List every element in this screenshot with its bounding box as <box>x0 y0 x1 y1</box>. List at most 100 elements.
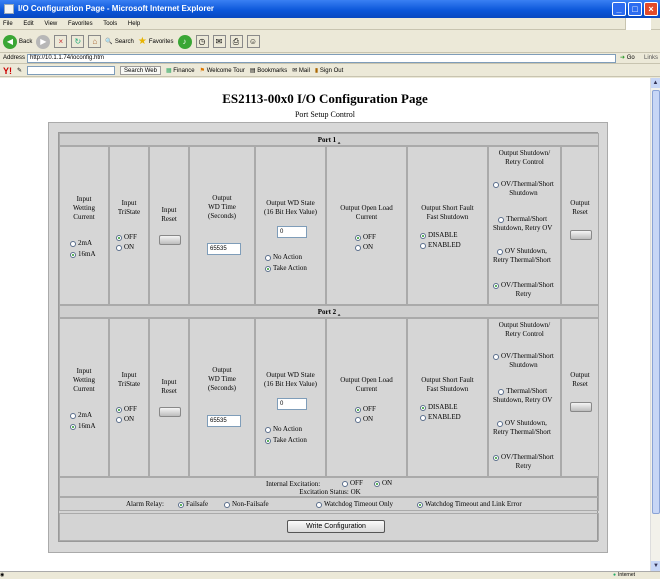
radio-button[interactable] <box>355 244 361 251</box>
shutdown-option-2-radio[interactable]: Thermal/Short Shutdown, Retry OV <box>493 387 552 405</box>
yahoo-logo[interactable]: Y! <box>3 65 12 77</box>
radio-button[interactable] <box>493 282 499 289</box>
favorites-button[interactable]: ★ Favorites <box>138 36 174 47</box>
excitation-off-radio[interactable]: OFF <box>342 479 363 488</box>
wd-time-input[interactable]: 65535 <box>207 415 241 427</box>
forward-button[interactable]: ▶ <box>36 34 51 49</box>
radio-button[interactable] <box>265 426 271 433</box>
open-load-off-radio[interactable]: OFF <box>355 405 376 414</box>
vertical-scrollbar[interactable]: ▲ ▼ <box>650 78 660 571</box>
wetting-16ma-radio[interactable]: 16mA <box>70 250 96 259</box>
radio-button[interactable] <box>497 420 504 427</box>
wetting-2ma-radio[interactable]: 2mA <box>70 239 92 248</box>
open-load-on-radio[interactable]: ON <box>355 415 373 424</box>
menu-file[interactable]: File <box>3 21 13 27</box>
finance-link[interactable]: ▦ Finance <box>166 65 195 77</box>
minimize-button[interactable]: _ <box>612 2 626 16</box>
scroll-thumb[interactable] <box>652 90 660 514</box>
short-fault-disable-radio[interactable]: DISABLE <box>420 231 458 240</box>
menu-help[interactable]: Help <box>128 21 140 27</box>
scroll-down-icon[interactable]: ▼ <box>651 561 660 571</box>
radio-button[interactable] <box>493 181 499 188</box>
radio-button[interactable] <box>420 404 426 411</box>
search-button[interactable]: 🔍 Search <box>105 38 134 46</box>
scroll-up-icon[interactable]: ▲ <box>651 78 660 88</box>
radio-button[interactable] <box>70 240 76 247</box>
open-load-on-radio[interactable]: ON <box>355 243 373 252</box>
radio-button[interactable] <box>70 412 76 419</box>
alarm-failsafe-radio[interactable]: Failsafe <box>178 500 208 509</box>
alarm-non-failsafe-radio[interactable]: Non-Failsafe <box>224 500 269 509</box>
write-configuration-button[interactable]: Write Configuration <box>287 520 385 533</box>
open-load-off-radio[interactable]: OFF <box>355 233 376 242</box>
refresh-icon[interactable]: ↻ <box>71 35 85 48</box>
back-button[interactable]: ◀ Back <box>3 34 32 49</box>
alarm-wd-link-radio[interactable]: Watchdog Timeout and Link Error <box>417 500 522 509</box>
radio-button[interactable] <box>70 251 76 258</box>
radio-button[interactable] <box>355 234 361 241</box>
radio-button[interactable] <box>493 454 499 461</box>
radio-button[interactable] <box>224 501 230 508</box>
radio-button[interactable] <box>116 234 122 241</box>
shutdown-option-3-radio[interactable]: OV Shutdown, Retry Thermal/Short <box>493 247 551 265</box>
radio-button[interactable] <box>374 480 380 487</box>
shutdown-option-1-radio[interactable]: OV/Thermal/Short Shutdown <box>493 352 554 370</box>
wd-no-action-radio[interactable]: No Action <box>265 253 302 262</box>
short-fault-enabled-radio[interactable]: ENABLED <box>420 413 461 422</box>
radio-button[interactable] <box>116 416 122 423</box>
short-fault-enabled-radio[interactable]: ENABLED <box>420 241 461 250</box>
sign-out-link[interactable]: ▮ Sign Out <box>315 65 343 77</box>
history-icon[interactable]: ◷ <box>195 35 209 48</box>
radio-button[interactable] <box>420 232 426 239</box>
shutdown-option-1-radio[interactable]: OV/Thermal/Short Shutdown <box>493 180 554 198</box>
shutdown-option-3-radio[interactable]: OV Shutdown, Retry Thermal/Short <box>493 419 551 437</box>
radio-button[interactable] <box>498 216 505 223</box>
input-reset-button[interactable] <box>159 235 181 245</box>
radio-button[interactable] <box>178 501 184 508</box>
tristate-off-radio[interactable]: OFF <box>116 233 137 242</box>
radio-button[interactable] <box>493 353 499 360</box>
wd-time-input[interactable]: 65535 <box>207 243 241 255</box>
wd-state-input[interactable]: 0 <box>277 398 307 410</box>
go-button[interactable]: ➜ Go <box>620 54 635 63</box>
wetting-2ma-radio[interactable]: 2mA <box>70 411 92 420</box>
menu-favorites[interactable]: Favorites <box>68 21 93 27</box>
radio-button[interactable] <box>70 423 76 430</box>
radio-button[interactable] <box>316 501 322 508</box>
menu-edit[interactable]: Edit <box>23 21 33 27</box>
radio-button[interactable] <box>116 244 122 251</box>
stop-icon[interactable]: × <box>54 35 68 48</box>
radio-button[interactable] <box>265 265 271 272</box>
close-button[interactable]: × <box>644 2 658 16</box>
radio-button[interactable] <box>355 416 361 423</box>
radio-button[interactable] <box>342 480 348 487</box>
media-icon[interactable]: ♪ <box>177 34 192 49</box>
wd-state-input[interactable]: 0 <box>277 226 307 238</box>
excitation-on-radio[interactable]: ON <box>374 479 392 488</box>
radio-button[interactable] <box>420 242 426 249</box>
maximize-button[interactable]: □ <box>628 2 642 16</box>
mail-link[interactable]: ✉ Mail <box>292 65 310 77</box>
tristate-on-radio[interactable]: ON <box>116 415 134 424</box>
shutdown-option-4-radio[interactable]: OV/Thermal/Short Retry <box>493 453 554 471</box>
short-fault-disable-radio[interactable]: DISABLE <box>420 403 458 412</box>
radio-button[interactable] <box>498 388 505 395</box>
shutdown-option-4-radio[interactable]: OV/Thermal/Short Retry <box>493 281 554 299</box>
home-icon[interactable]: ⌂ <box>88 35 102 48</box>
radio-button[interactable] <box>417 501 423 508</box>
shutdown-option-2-radio[interactable]: Thermal/Short Shutdown, Retry OV <box>493 215 552 233</box>
messenger-icon[interactable]: ☺ <box>246 35 260 48</box>
output-reset-button[interactable] <box>570 230 592 240</box>
welcome-tour-link[interactable]: ⚑ Welcome Tour <box>200 65 245 77</box>
search-web-button[interactable]: Search Web <box>120 66 161 75</box>
wd-take-action-radio[interactable]: Take Action <box>265 264 307 273</box>
wetting-16ma-radio[interactable]: 16mA <box>70 422 96 431</box>
wd-take-action-radio[interactable]: Take Action <box>265 436 307 445</box>
menu-tools[interactable]: Tools <box>103 21 117 27</box>
yahoo-search-input[interactable] <box>27 66 116 75</box>
radio-button[interactable] <box>420 414 426 421</box>
tristate-on-radio[interactable]: ON <box>116 243 134 252</box>
radio-button[interactable] <box>116 406 122 413</box>
radio-button[interactable] <box>265 437 271 444</box>
menu-view[interactable]: View <box>44 21 57 27</box>
